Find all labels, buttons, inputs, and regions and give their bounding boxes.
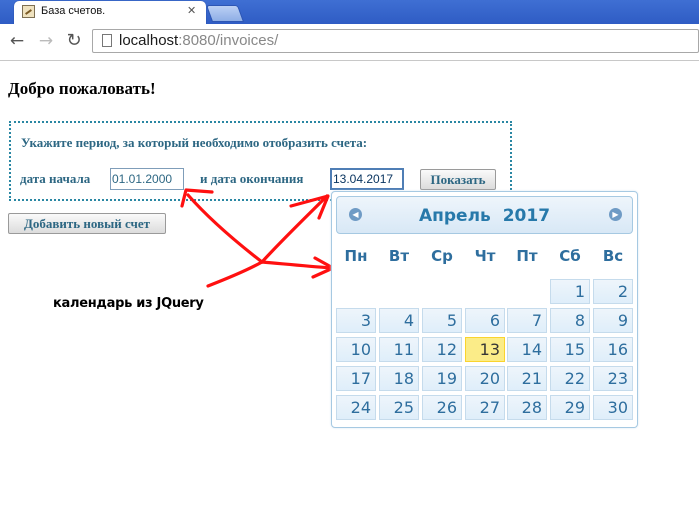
calendar-day[interactable]: 10 <box>336 337 376 362</box>
address-bar[interactable]: localhost:8080/invoices/ <box>92 29 699 53</box>
datepicker-title: Апрель 2017 <box>418 206 551 226</box>
calendar-day[interactable]: 11 <box>379 337 419 362</box>
new-tab-button[interactable] <box>205 5 245 22</box>
page-title: Добро пожаловать! <box>8 79 156 98</box>
calendar-day[interactable]: 26 <box>422 395 462 420</box>
calendar-day[interactable]: 24 <box>336 395 376 420</box>
arrow-tail <box>206 260 264 288</box>
page-icon <box>102 34 112 47</box>
calendar-day[interactable]: 12 <box>422 337 462 362</box>
browser-tab[interactable]: База счетов. ✕ <box>14 1 206 24</box>
weekday-header: Ср <box>431 247 453 265</box>
calendar-day[interactable]: 9 <box>593 308 633 333</box>
start-date-label: дата начала <box>20 171 91 186</box>
calendar-day[interactable]: 29 <box>550 395 590 420</box>
calendar-day[interactable]: 7 <box>507 308 547 333</box>
end-date-label: и дата окончания <box>200 171 304 186</box>
calendar-day[interactable]: 16 <box>593 337 633 362</box>
calendar-day[interactable]: 21 <box>507 366 547 391</box>
arrow-to-start-date <box>186 193 264 264</box>
add-invoice-button[interactable]: Добавить новый счет <box>8 213 166 234</box>
calendar-day[interactable]: 6 <box>465 308 505 333</box>
calendar-day[interactable]: 22 <box>550 366 590 391</box>
weekday-header: Пн <box>344 247 368 265</box>
datepicker: ◀ Апрель 2017 ▶ Пн Вт Ср Чт Пт Сб Вс 1 2 3 4 5 6 7 8 9 1… <box>331 191 638 428</box>
calendar-day[interactable]: 2 <box>593 279 633 304</box>
calendar-day[interactable]: 3 <box>336 308 376 333</box>
weekday-header: Пт <box>516 247 538 265</box>
annotation-text: календарь из JQuery <box>53 296 204 311</box>
calendar-day[interactable]: 4 <box>379 308 419 333</box>
weekday-header: Чт <box>474 247 496 265</box>
browser-toolbar: ← → ↻ localhost:8080/invoices/ <box>0 24 699 61</box>
arrow-to-end-date <box>260 194 329 264</box>
calendar-day[interactable]: 23 <box>593 366 633 391</box>
back-arrow-icon[interactable]: ← <box>7 31 27 51</box>
favicon-icon <box>22 5 35 18</box>
start-date-input[interactable] <box>110 168 184 190</box>
calendar-day[interactable]: 28 <box>507 395 547 420</box>
calendar-day[interactable]: 17 <box>336 366 376 391</box>
calendar-day[interactable]: 8 <box>550 308 590 333</box>
calendar-day[interactable]: 5 <box>422 308 462 333</box>
forward-arrow-icon[interactable]: → <box>36 31 56 51</box>
url-text: localhost:8080/invoices/ <box>119 32 279 49</box>
end-date-input[interactable] <box>330 168 404 190</box>
calendar-day-today[interactable]: 13 <box>465 337 505 362</box>
arrowhead-calendar <box>311 256 335 279</box>
filter-hint: Укажите период, за который необходимо от… <box>21 135 368 150</box>
weekday-header: Сб <box>559 247 581 265</box>
calendar-day[interactable]: 14 <box>507 337 547 362</box>
calendar-day[interactable]: 19 <box>422 366 462 391</box>
weekday-header: Вс <box>602 247 624 265</box>
weekday-header: Вт <box>388 247 410 265</box>
tab-strip: База счетов. ✕ <box>0 0 699 24</box>
calendar-day[interactable]: 18 <box>379 366 419 391</box>
calendar-day[interactable]: 20 <box>465 366 505 391</box>
calendar-day[interactable]: 1 <box>550 279 590 304</box>
show-button[interactable]: Показать <box>420 169 496 190</box>
tab-close-icon[interactable]: ✕ <box>187 4 196 17</box>
calendar-day[interactable]: 25 <box>379 395 419 420</box>
reload-icon[interactable]: ↻ <box>64 31 84 51</box>
arrow-to-calendar <box>260 260 334 270</box>
tab-title: База счетов. <box>41 5 106 17</box>
period-filter-form: Укажите период, за который необходимо от… <box>9 121 512 201</box>
next-month-icon[interactable]: ▶ <box>609 208 622 221</box>
calendar-day[interactable]: 15 <box>550 337 590 362</box>
datepicker-header: ◀ Апрель 2017 ▶ <box>336 196 633 234</box>
calendar-day[interactable]: 27 <box>465 395 505 420</box>
calendar-day[interactable]: 30 <box>593 395 633 420</box>
